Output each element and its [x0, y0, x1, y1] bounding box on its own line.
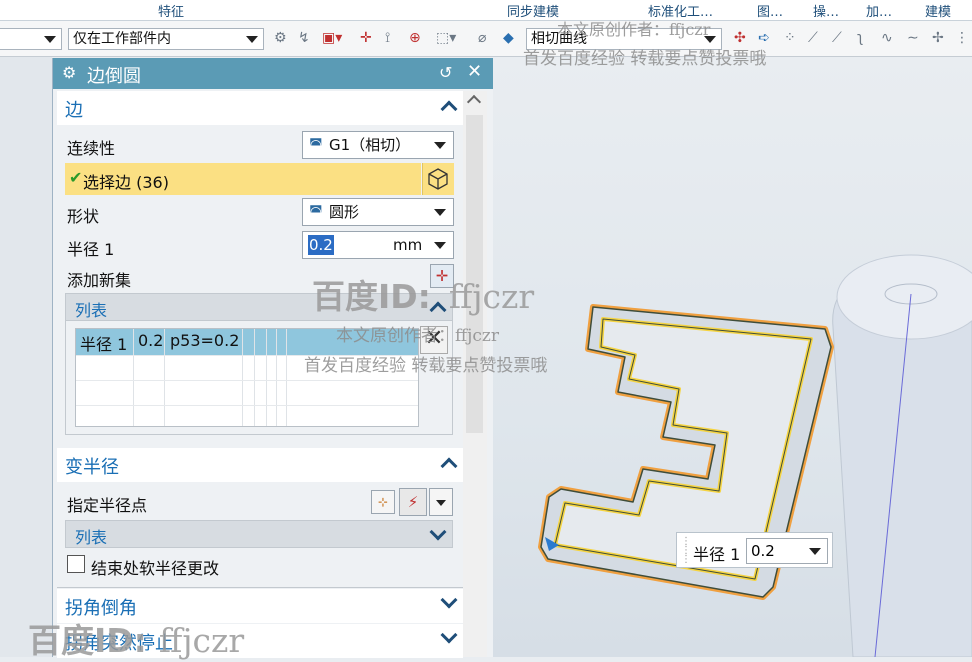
collapse-icon[interactable] [440, 457, 458, 475]
scope-filter-value: 仅在工作部件内 [73, 31, 171, 47]
lasso-select-icon[interactable]: ⊕ [409, 30, 421, 46]
watermark-line1: 本文原创作者：ffjczr [336, 326, 499, 346]
radius-tip-value: 0.2 [751, 542, 775, 560]
select-edge-row[interactable]: ✔ 选择边 (36) [65, 163, 421, 195]
cube-icon [428, 168, 448, 190]
ribbon-tab-more-1[interactable]: 图… [757, 1, 783, 20]
tangent-icon: ◚ [309, 137, 323, 153]
ribbon-tab-modeling[interactable]: 建模 [925, 1, 951, 20]
edge-list-title: 列表 [75, 301, 108, 320]
select-edge-button[interactable] [422, 163, 454, 195]
section-edge-title: 边 [65, 100, 83, 121]
curve-icon[interactable]: ʅ [857, 30, 863, 46]
table-cell-name: 半径 1 [80, 335, 128, 354]
continuity-value: G1（相切） [329, 136, 411, 154]
body-select-icon[interactable]: ◆ [503, 30, 514, 46]
point-dialog-button[interactable]: ⊹ [371, 490, 395, 514]
add-new-set-label: 添加新集 [67, 271, 132, 290]
continuity-dropdown[interactable]: ◚ G1（相切） [302, 131, 454, 159]
snap-icon[interactable]: ⚙ [274, 30, 287, 46]
left-gutter [0, 57, 52, 657]
watermark-top-line1: 本文原创作者：ffjczr [557, 20, 711, 39]
chevron-down-icon [436, 500, 446, 506]
ribbon-tab-strip: 特征 同步建模 标准化工… 图… 操… 加… 建模 [0, 0, 972, 21]
table-cell-expression: p53=0.2 [170, 331, 240, 350]
scope-filter-dropdown[interactable]: 仅在工作部件内 [68, 28, 264, 50]
watermark-bottom-id: ffjczr [158, 621, 245, 660]
line-2-icon[interactable]: ⟋ [832, 30, 842, 46]
settings-gear-icon[interactable]: ⚙ [62, 63, 76, 82]
intersection-icon[interactable]: ✢ [932, 30, 944, 46]
ribbon-tab-more-3[interactable]: 加… [866, 1, 892, 20]
shape-value: 圆形 [329, 203, 360, 221]
radius-tip-value-dropdown[interactable]: 0.2 [746, 538, 828, 564]
ribbon-tab-more-2[interactable]: 操… [813, 1, 839, 20]
radius-onscreen-input[interactable]: ⋮ ⋮ ⋮ 半径 1 0.2 [676, 532, 833, 568]
shape-dropdown[interactable]: ◚ 圆形 [302, 198, 454, 226]
select-all-icon[interactable]: ⟟ [385, 30, 390, 46]
filter-icon[interactable]: ↯ [298, 30, 310, 46]
close-icon[interactable]: ✕ [467, 61, 482, 82]
radius-value: 0.2 [308, 235, 334, 255]
watermark-top-line2: 首发百度经验 转载要点赞投票哦 [523, 49, 767, 69]
dialog-title: 边倒圆 [87, 66, 141, 87]
more-tools-icon[interactable]: ⋮ [955, 30, 969, 46]
expand-icon[interactable] [429, 523, 447, 541]
continuity-label: 连续性 [67, 139, 116, 158]
watermark-logo: 百度ID: ffjczr [312, 270, 534, 318]
expand-icon[interactable] [440, 591, 458, 609]
specify-radius-points-label: 指定半径点 [67, 496, 148, 515]
cross-select-icon[interactable]: ✛ [360, 30, 372, 46]
drag-handle-icon[interactable]: ⋮ ⋮ ⋮ [681, 537, 691, 565]
dialog-title-bar: ⚙ 边倒圆 ↺ ✕ [53, 58, 493, 89]
line-icon[interactable]: ⟋ [808, 30, 818, 46]
section-variable-radius-header[interactable]: 变半径 [57, 448, 463, 482]
section-variable-radius-title: 变半径 [65, 457, 119, 478]
ribbon-tab-sync-modeling[interactable]: 同步建模 [507, 1, 559, 20]
shape-label: 形状 [67, 207, 100, 226]
watermark-logo-text: 百度ID: [312, 277, 431, 316]
spline-icon[interactable]: ∿ [881, 30, 893, 46]
select-edge-label: 选择边 (36) [83, 173, 169, 192]
collapse-icon[interactable] [440, 100, 458, 118]
ribbon-tab-feature[interactable]: 特征 [158, 1, 184, 20]
watermark-id: ffjczr [448, 277, 535, 316]
watermark-bottom-logo: 百度ID: ffjczr [28, 614, 244, 662]
scroll-up-icon[interactable] [466, 94, 482, 110]
check-icon: ✔ [69, 168, 83, 187]
section-edge-header[interactable]: 边 [57, 91, 463, 125]
radius-unit: mm [393, 236, 423, 254]
watermark-bottom-logo-text: 百度ID: [28, 621, 147, 660]
reset-icon[interactable]: ↺ [439, 63, 452, 82]
table-cell-value: 0.2 [138, 331, 164, 350]
soft-radius-change-checkbox[interactable] [67, 555, 85, 573]
type-filter-dropdown[interactable] [0, 28, 62, 50]
variable-radius-list-title: 列表 [75, 528, 108, 547]
circular-shape-icon: ◚ [309, 204, 323, 220]
cylinder-top [836, 254, 972, 340]
selection-toolbar: 仅在工作部件内 ⚙ ↯ ▣▾ ✛ ⟟ ⊕ ⬚▾ ⌀ ◆ 相切曲线 ✣ ➪ ⁘ ⟋… [0, 21, 972, 57]
wave-icon[interactable]: ∼ [907, 30, 919, 46]
radius-tip-label: 半径 1 [693, 545, 741, 564]
point-snap-button[interactable]: ⚡ [399, 488, 427, 516]
rectangle-select-icon[interactable]: ⬚▾ [436, 30, 456, 46]
variable-radius-list-header[interactable]: 列表 [65, 520, 453, 548]
soft-radius-change-label: 结束处软半径更改 [91, 559, 220, 578]
watermark-line2: 首发百度经验 转载要点赞投票哦 [304, 356, 548, 376]
point-type-dropdown[interactable] [429, 488, 453, 516]
eraser-icon[interactable]: ⌀ [478, 30, 486, 46]
select-box-icon[interactable]: ▣▾ [322, 30, 342, 46]
radius-input[interactable]: 0.2 mm [302, 231, 454, 259]
radius-label: 半径 1 [67, 240, 115, 259]
point-icon[interactable]: ⁘ [784, 30, 796, 46]
expand-icon[interactable] [440, 626, 458, 644]
